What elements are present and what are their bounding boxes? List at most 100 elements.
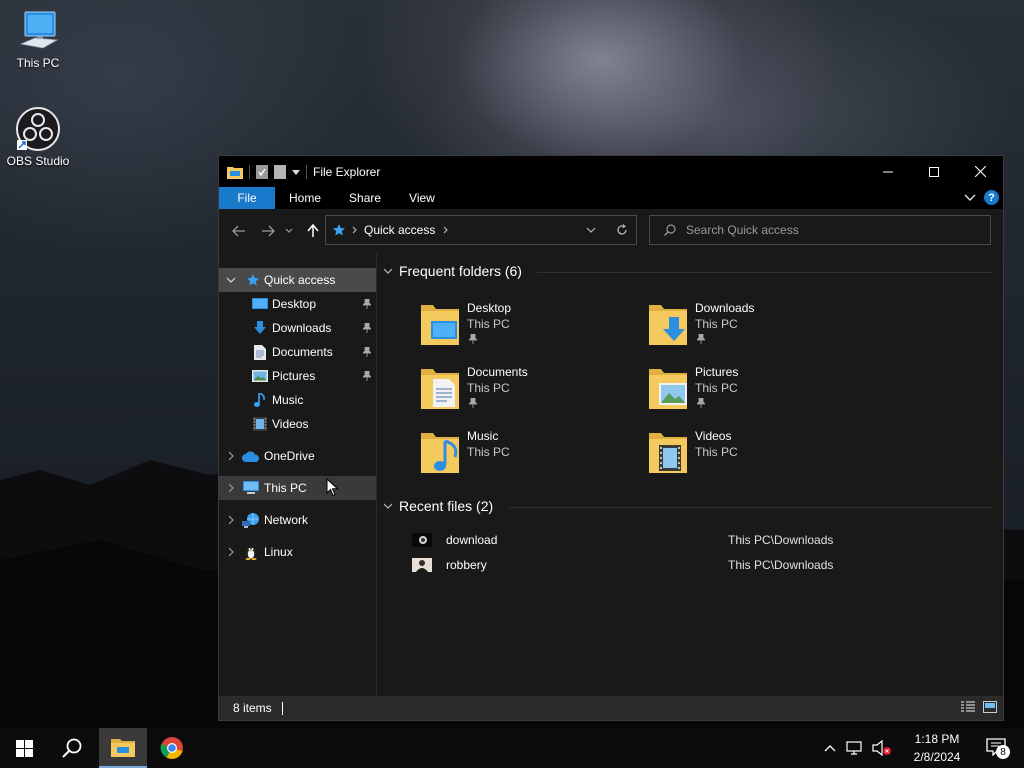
nav-item-documents[interactable]: Documents	[219, 340, 376, 364]
search-box[interactable]	[649, 215, 991, 245]
pin-icon[interactable]	[362, 370, 372, 382]
large-icons-view-icon[interactable]	[983, 701, 997, 713]
new-folder-icon[interactable]	[274, 164, 286, 179]
folder-tile-videos[interactable]: Videos This PC	[647, 429, 867, 485]
up-button[interactable]	[303, 221, 323, 241]
nav-item-desktop[interactable]: Desktop	[219, 292, 376, 316]
recent-file-row[interactable]: download This PC\Downloads	[412, 529, 992, 551]
status-bar: 8 items	[219, 696, 1003, 720]
tab-share[interactable]: Share	[335, 187, 395, 209]
minimize-button[interactable]	[865, 156, 911, 187]
forward-button[interactable]	[258, 221, 278, 241]
address-history-chevron-icon[interactable]	[586, 227, 596, 233]
tab-view[interactable]: View	[395, 187, 449, 209]
expand-chevron-icon[interactable]	[225, 482, 237, 494]
expand-chevron-icon[interactable]	[225, 450, 237, 462]
tab-home[interactable]: Home	[275, 187, 335, 209]
folder-tile-desktop[interactable]: Desktop This PC	[419, 301, 639, 357]
folder-tile-pictures[interactable]: Pictures This PC	[647, 365, 867, 421]
folder-name: Pictures	[695, 365, 739, 379]
search-button[interactable]	[48, 728, 96, 768]
taskbar-chrome[interactable]	[148, 728, 196, 768]
customize-toolbar-chevron-icon[interactable]	[292, 168, 300, 176]
desktop-icon-this-pc[interactable]: This PC	[0, 8, 76, 70]
pin-icon	[697, 398, 705, 408]
clock-time: 1:18 PM	[914, 732, 960, 746]
start-button[interactable]	[0, 728, 48, 768]
taskbar-file-explorer[interactable]	[99, 728, 147, 768]
search-input[interactable]	[686, 223, 966, 237]
maximize-button[interactable]	[911, 156, 957, 187]
nav-item-videos[interactable]: Videos	[219, 412, 376, 436]
quick-access-star-icon	[244, 272, 262, 288]
expand-chevron-icon[interactable]	[225, 514, 237, 526]
pin-icon[interactable]	[362, 346, 372, 358]
file-explorer-icon	[111, 739, 135, 757]
collapse-chevron-icon[interactable]	[383, 268, 393, 274]
explorer-folder-icon	[227, 166, 243, 179]
folder-tile-documents[interactable]: Documents This PC	[419, 365, 639, 421]
toolbar-separator	[306, 164, 307, 179]
refresh-icon[interactable]	[616, 224, 628, 236]
nav-label: OneDrive	[264, 449, 315, 463]
folder-location: This PC	[467, 445, 510, 459]
breadcrumb-quick-access[interactable]: Quick access	[364, 223, 435, 237]
window-controls	[865, 156, 1003, 187]
documents-folder-icon	[421, 369, 459, 409]
obs-studio-label: OBS Studio	[6, 154, 70, 168]
recent-files-header[interactable]: Recent files (2)	[383, 498, 493, 514]
documents-icon	[251, 344, 269, 360]
address-bar[interactable]: Quick access	[325, 215, 637, 245]
folder-tile-music[interactable]: Music This PC	[419, 429, 639, 485]
expand-chevron-icon[interactable]	[225, 546, 237, 558]
breadcrumb-chevron-icon[interactable]	[443, 226, 449, 234]
pin-icon[interactable]	[362, 322, 372, 334]
pin-icon[interactable]	[362, 298, 372, 310]
properties-icon[interactable]	[256, 164, 268, 179]
pin-icon	[469, 398, 477, 408]
breadcrumb-chevron-icon[interactable]	[352, 226, 358, 234]
recent-file-row[interactable]: robbery This PC\Downloads	[412, 554, 992, 576]
title-bar[interactable]: File Explorer	[219, 156, 1003, 187]
clock[interactable]: 1:18 PM 2/8/2024	[902, 730, 972, 766]
show-hidden-icons-chevron-icon[interactable]	[824, 744, 836, 752]
nav-item-quick-access[interactable]: Quick access	[219, 268, 376, 292]
image-thumbnail-icon	[412, 558, 432, 572]
ribbon-tabs: File Home Share View ?	[219, 187, 1003, 209]
window-title: File Explorer	[313, 164, 381, 179]
nav-item-linux[interactable]: Linux	[219, 540, 376, 564]
nav-item-onedrive[interactable]: OneDrive	[219, 444, 376, 468]
close-button[interactable]	[957, 156, 1003, 187]
nav-item-downloads[interactable]: Downloads	[219, 316, 376, 340]
collapse-chevron-icon[interactable]	[225, 274, 237, 286]
group-title: Frequent folders (6)	[399, 263, 522, 279]
action-center-button[interactable]: 8	[986, 738, 1010, 759]
nav-item-this-pc[interactable]: This PC	[219, 476, 376, 500]
nav-label: Documents	[272, 345, 333, 359]
frequent-folders-header[interactable]: Frequent folders (6)	[383, 263, 522, 279]
close-icon	[974, 166, 986, 177]
details-view-icon[interactable]	[961, 701, 975, 713]
folder-location: This PC	[695, 317, 738, 331]
tab-file[interactable]: File	[219, 187, 275, 209]
network-status-icon[interactable]	[846, 740, 864, 756]
folder-name: Desktop	[467, 301, 512, 315]
expand-ribbon-chevron-icon[interactable]	[964, 193, 976, 202]
group-divider	[537, 272, 993, 273]
help-button[interactable]: ?	[984, 190, 999, 205]
recent-file-name: download	[446, 533, 498, 547]
nav-item-music[interactable]: Music	[219, 388, 376, 412]
nav-item-network[interactable]: Network	[219, 508, 376, 532]
back-button[interactable]	[229, 221, 249, 241]
folder-name: Videos	[695, 429, 732, 443]
search-icon	[664, 224, 676, 236]
group-title: Recent files (2)	[399, 498, 494, 514]
volume-muted-icon[interactable]	[872, 740, 892, 756]
desktop-icon-obs-studio[interactable]: OBS Studio	[0, 106, 76, 168]
taskbar: 1:18 PM 2/8/2024 8	[0, 728, 1024, 768]
nav-label: Music	[272, 393, 304, 407]
collapse-chevron-icon[interactable]	[383, 503, 393, 509]
recent-locations-button[interactable]	[283, 221, 295, 241]
nav-item-pictures[interactable]: Pictures	[219, 364, 376, 388]
folder-tile-downloads[interactable]: Downloads This PC	[647, 301, 867, 357]
